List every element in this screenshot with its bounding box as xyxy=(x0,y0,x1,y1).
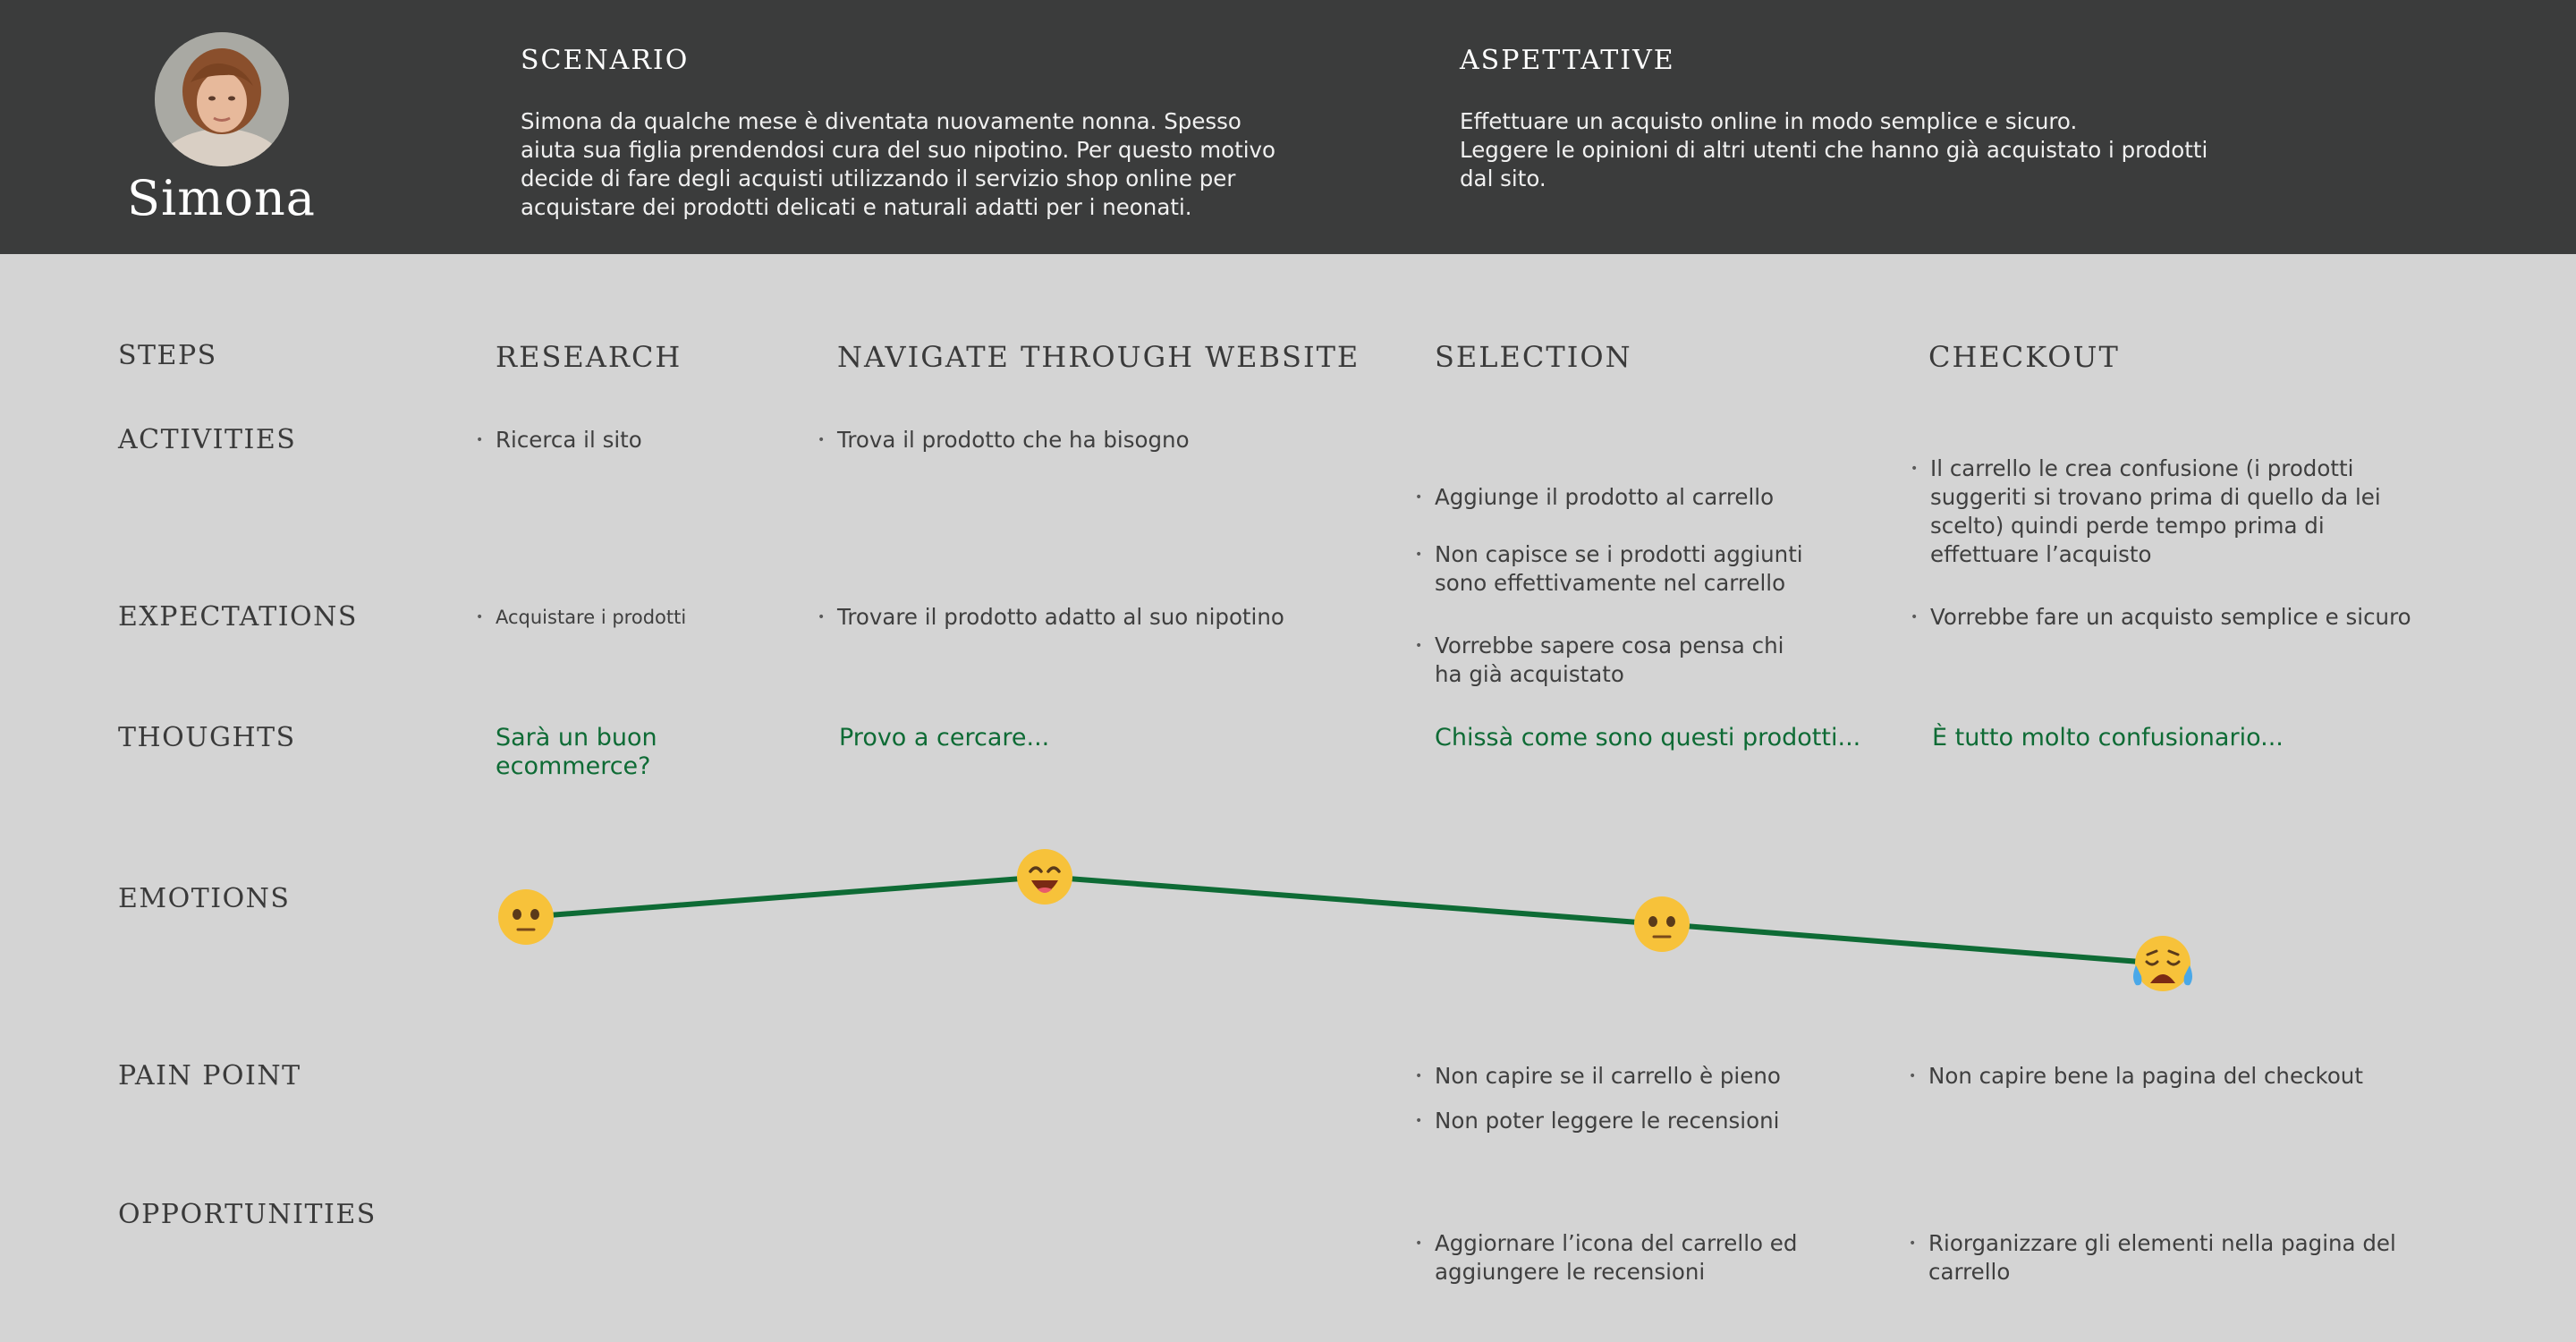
expectations-selection: Vorrebbe sapere cosa pensa chi ha già ac… xyxy=(1415,603,1882,718)
expectations-text: Effettuare un acquisto online in modo se… xyxy=(1460,108,2208,191)
persona-avatar xyxy=(155,32,289,166)
list-item: Il carrello le crea confusione (i prodot… xyxy=(1911,454,2449,569)
row-label-pain-point: PAIN POINT xyxy=(118,1060,301,1091)
expectations-checkout: Vorrebbe fare un acquisto semplice e sic… xyxy=(1911,603,2485,632)
expectations-research: Acquistare i prodotti xyxy=(476,603,773,632)
grinning-face-icon xyxy=(1017,849,1072,905)
thought-research: Sarà un buon ecommerce? xyxy=(496,724,657,780)
expectations-navigate: Trovare il prodotto adatto al suo nipoti… xyxy=(818,603,1374,632)
opportunities-selection: Aggiornare l’icona del carrello ed aggiu… xyxy=(1415,1201,1882,1315)
persona-name: Simona xyxy=(127,170,316,226)
list-item: Trova il prodotto che ha bisogno xyxy=(818,426,1374,454)
step-title-research: RESEARCH xyxy=(496,340,682,374)
opportunities-checkout: Riorganizzare gli elementi nella pagina … xyxy=(1909,1201,2483,1315)
list-item: Aggiunge il prodotto al carrello xyxy=(1415,483,1882,512)
row-label-emotions: EMOTIONS xyxy=(118,883,291,914)
neutral-face-icon xyxy=(1634,896,1690,952)
step-title-selection: SELECTION xyxy=(1435,340,1632,374)
list-item: Vorrebbe fare un acquisto semplice e sic… xyxy=(1911,603,2485,632)
list-item: Non capire bene la pagina del checkout xyxy=(1909,1062,2483,1091)
list-item: Acquistare i prodotti xyxy=(476,603,773,632)
list-item: Non poter leggere le recensioni xyxy=(1415,1107,1882,1135)
thought-navigate: Provo a cercare... xyxy=(839,724,1050,752)
list-item: Non capisce se i prodotti aggiunti sono … xyxy=(1415,540,1882,598)
list-item: Riorganizzare gli elementi nella pagina … xyxy=(1909,1229,2483,1287)
thought-selection: Chissà come sono questi prodotti... xyxy=(1435,724,1861,752)
row-label-expectations: EXPECTATIONS xyxy=(118,601,358,633)
neutral-face-icon xyxy=(498,889,554,945)
step-title-navigate: NAVIGATE THROUGH WEBSITE xyxy=(837,340,1360,374)
row-label-opportunities: OPPORTUNITIES xyxy=(118,1199,377,1230)
list-item: Aggiornare l’icona del carrello ed aggiu… xyxy=(1415,1229,1882,1287)
scenario-text: Simona da qualche mese è diventata nuova… xyxy=(521,108,1275,220)
activities-checkout: Il carrello le crea confusione (i prodot… xyxy=(1911,426,2449,598)
list-item: Vorrebbe sapere cosa pensa chi ha già ac… xyxy=(1415,632,1882,689)
thought-checkout: È tutto molto confusionario... xyxy=(1932,724,2284,752)
row-label-activities: ACTIVITIES xyxy=(118,424,297,455)
scenario-title: SCENARIO xyxy=(521,45,690,76)
pain-points-selection: Non capire se il carrello è pieno Non po… xyxy=(1415,1062,1882,1135)
persona-header: Simona SCENARIO Simona da qualche mese è… xyxy=(0,0,2576,254)
list-item: Ricerca il sito xyxy=(476,426,773,454)
expectations-title: ASPETTATIVE xyxy=(1460,45,1675,76)
emotion-line xyxy=(525,873,2164,966)
crying-face-icon xyxy=(2133,936,2192,991)
row-label-steps: STEPS xyxy=(118,340,217,371)
list-item: Non capire se il carrello è pieno xyxy=(1415,1062,1882,1091)
pain-points-checkout: Non capire bene la pagina del checkout xyxy=(1909,1062,2483,1091)
list-item: Trovare il prodotto adatto al suo nipoti… xyxy=(818,603,1374,632)
row-label-thoughts: THOUGHTS xyxy=(118,722,296,753)
step-title-checkout: CHECKOUT xyxy=(1928,340,2120,374)
activities-navigate: Trova il prodotto che ha bisogno xyxy=(818,426,1374,454)
persona-photo xyxy=(155,32,289,166)
activities-research: Ricerca il sito xyxy=(476,426,773,454)
